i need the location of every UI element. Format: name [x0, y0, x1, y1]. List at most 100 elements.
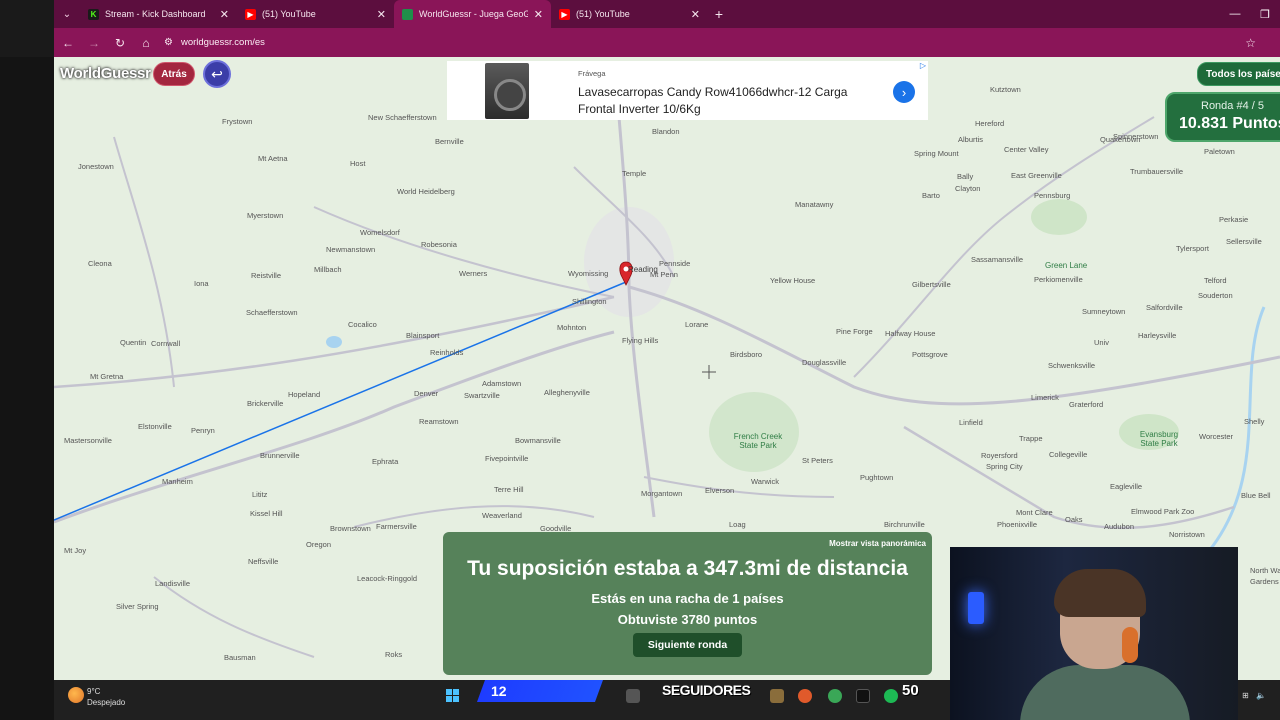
- place-label: Cornwall: [151, 339, 181, 348]
- place-label: Yellow House: [770, 276, 816, 285]
- place-label: Fivepointville: [485, 454, 529, 463]
- place-label: Millbach: [314, 265, 342, 274]
- place-label: Harleysville: [1138, 331, 1177, 340]
- url-field[interactable]: ⚙ worldguessr.com/es: [164, 32, 1214, 54]
- maximize-icon[interactable]: ❐: [1250, 0, 1280, 28]
- place-label: Salfordville: [1146, 303, 1183, 312]
- place-label: Spring City: [986, 462, 1023, 471]
- place-label: New Schaefferstown: [368, 113, 437, 122]
- tiktok-icon[interactable]: [856, 689, 870, 703]
- place-label: Linfield: [959, 418, 983, 427]
- ad-info-icon[interactable]: ▷: [920, 61, 926, 70]
- return-arrow-icon[interactable]: ↩: [203, 60, 231, 88]
- show-panorama-link[interactable]: Mostrar vista panorámica: [829, 539, 926, 548]
- place-label: Birchrunville: [884, 520, 925, 529]
- place-label: Shelly: [1244, 417, 1265, 426]
- place-label: Tylersport: [1176, 244, 1209, 253]
- streamer-hair: [1054, 569, 1146, 617]
- streamer-body: [1020, 665, 1190, 720]
- chevron-right-icon[interactable]: ›: [893, 81, 915, 103]
- tab-youtube-1[interactable]: ▶ (51) YouTube ✕: [237, 0, 394, 28]
- place-label: Trumbauersville: [1130, 167, 1184, 176]
- place-label: Manatawny: [795, 200, 834, 209]
- ad-banner[interactable]: Frávega Lavasecarropas Candy Row41066dwh…: [447, 61, 928, 120]
- tab-youtube-2[interactable]: ▶ (51) YouTube ✕: [551, 0, 708, 28]
- bookmark-star-icon[interactable]: ☆: [1245, 36, 1256, 50]
- round-score-panel: Ronda #4 / 5 10.831 Puntos: [1165, 92, 1280, 142]
- browser-icon[interactable]: [798, 689, 812, 703]
- url-text: worldguessr.com/es: [180, 37, 265, 48]
- window-controls: — ❐: [1220, 0, 1280, 28]
- windows-start-icon[interactable]: [446, 689, 460, 703]
- home-icon[interactable]: ⌂: [134, 31, 158, 55]
- place-label: Souderton: [1198, 291, 1233, 300]
- screen: { "browser": { "tabs": [ {"title": "Stre…: [0, 0, 1280, 720]
- overlay-number: 12: [491, 683, 507, 699]
- tab-title: (51) YouTube: [262, 9, 316, 19]
- place-label: Manheim: [162, 477, 193, 486]
- place-label: Mt Joy: [64, 546, 87, 555]
- close-tab-icon[interactable]: ✕: [220, 8, 229, 21]
- place-label: Royersford: [981, 451, 1018, 460]
- address-bar: ← → ↻ ⌂ ⚙ worldguessr.com/es ☆: [54, 28, 1280, 57]
- all-countries-button[interactable]: Todos los países: [1197, 62, 1280, 86]
- system-tray: ⊞ 🔈: [1238, 680, 1280, 720]
- worldguessr-logo[interactable]: WorldGuessr: [60, 65, 151, 82]
- chrome-icon[interactable]: [828, 689, 842, 703]
- close-tab-icon[interactable]: ✕: [691, 8, 700, 21]
- back-button[interactable]: Atrás: [153, 62, 195, 86]
- place-label: Alburtis: [958, 135, 984, 144]
- tab-kick[interactable]: K Stream - Kick Dashboard ✕: [80, 0, 237, 28]
- place-label: Schaefferstown: [246, 308, 298, 317]
- weather-sun-icon[interactable]: [68, 687, 84, 703]
- kick-icon: K: [88, 8, 99, 20]
- network-icon[interactable]: ⊞: [1242, 691, 1249, 700]
- distance-headline: Tu suposición estaba a 347.3mi de distan…: [467, 557, 908, 580]
- place-label: Reinholds: [430, 348, 464, 357]
- site-info-icon[interactable]: ⚙: [164, 37, 173, 48]
- place-label: Barto: [922, 191, 940, 200]
- file-explorer-icon[interactable]: [626, 689, 640, 703]
- place-label: Blandon: [652, 127, 680, 136]
- back-arrow-icon[interactable]: ←: [56, 31, 80, 55]
- place-label: Silver Spring: [116, 602, 159, 611]
- blue-light: [968, 592, 984, 624]
- place-label: Terre Hill: [494, 485, 524, 494]
- reload-icon[interactable]: ↻: [108, 31, 132, 55]
- place-label: Gardens: [1250, 577, 1279, 586]
- washing-machine-image: [485, 63, 529, 119]
- place-label: Alleghenyville: [544, 388, 590, 397]
- tab-search-icon[interactable]: ⌄: [54, 0, 80, 28]
- place-label: Mont Clare: [1016, 508, 1053, 517]
- place-label: Elverson: [705, 486, 735, 495]
- place-label: Mastersonville: [64, 436, 112, 445]
- place-label: Quentin: [120, 338, 147, 347]
- place-label: Ephrata: [372, 457, 399, 466]
- place-label: Mt Gretna: [90, 372, 124, 381]
- place-label: Bally: [957, 172, 974, 181]
- place-label: Wyomissing: [568, 269, 609, 278]
- place-label: Jonestown: [78, 162, 114, 171]
- place-label: Flying Hills: [622, 336, 659, 345]
- new-tab-button[interactable]: +: [708, 6, 730, 22]
- place-label: Lorane: [685, 320, 709, 329]
- minimize-icon[interactable]: —: [1220, 0, 1250, 28]
- place-label: Graterford: [1069, 400, 1104, 409]
- place-label: Norristown: [1169, 530, 1205, 539]
- place-label: Blue Bell: [1241, 491, 1271, 500]
- forward-arrow-icon[interactable]: →: [82, 31, 106, 55]
- close-tab-icon[interactable]: ✕: [534, 8, 543, 21]
- place-label: Gilbertsville: [912, 280, 951, 289]
- place-label: Elmwood Park Zoo: [1131, 507, 1195, 516]
- app-icon[interactable]: [770, 689, 784, 703]
- tab-worldguessr[interactable]: WorldGuessr - Juega GeoGuessr ✕: [394, 0, 551, 28]
- place-label: Bowmansville: [515, 436, 561, 445]
- place-label: Collegeville: [1049, 450, 1088, 459]
- place-label: Mt Aetna: [258, 154, 288, 163]
- close-tab-icon[interactable]: ✕: [377, 8, 386, 21]
- next-round-button[interactable]: Siguiente ronda: [633, 633, 742, 657]
- volume-icon[interactable]: 🔈: [1256, 691, 1266, 700]
- place-label: Frystown: [222, 117, 253, 126]
- place-label: Blainsport: [406, 331, 440, 340]
- spotify-icon[interactable]: [884, 689, 898, 703]
